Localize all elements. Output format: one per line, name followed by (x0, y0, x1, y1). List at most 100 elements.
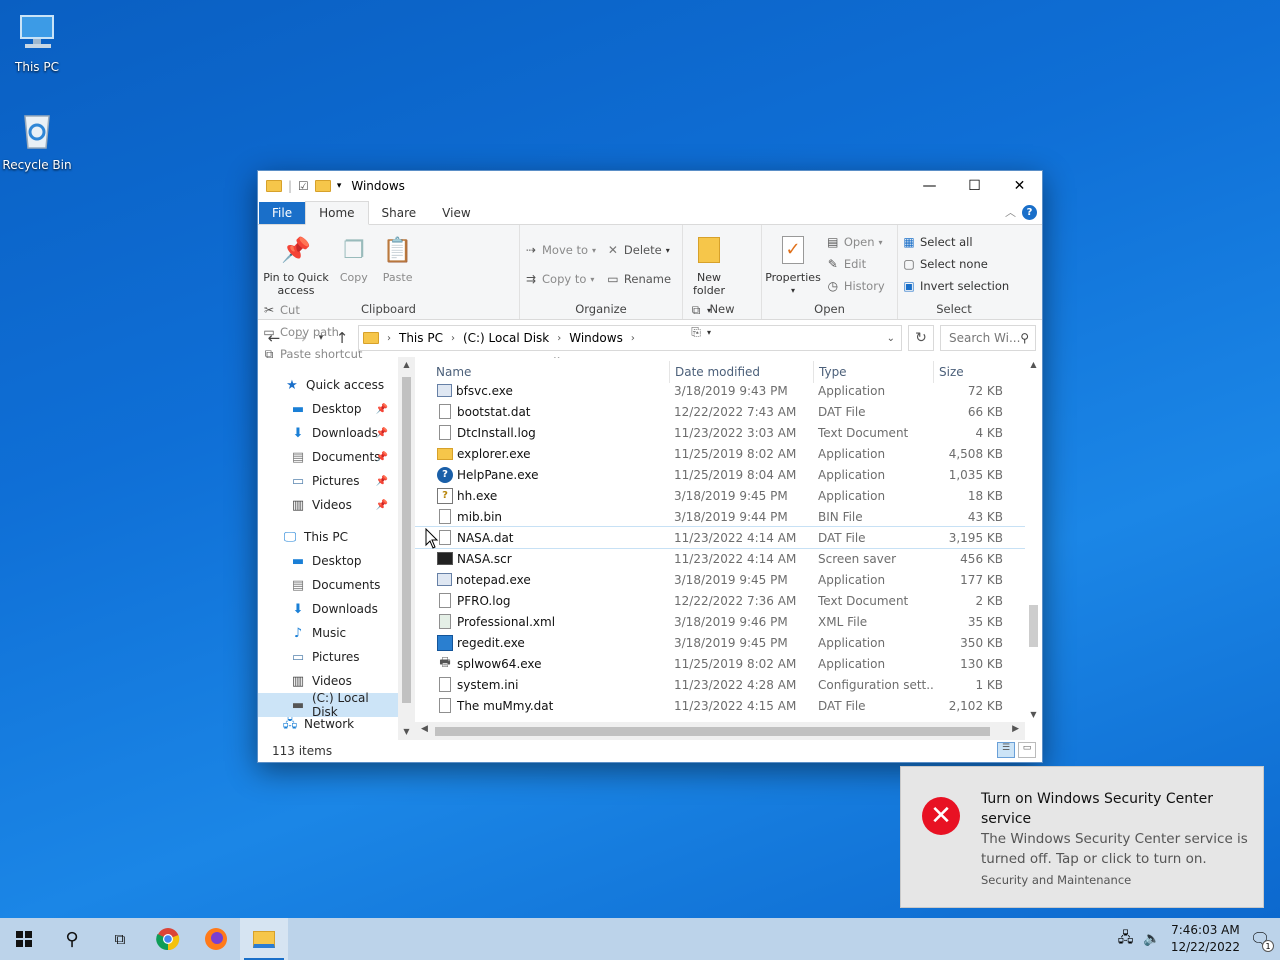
table-row[interactable]: system.ini 11/23/2022 4:28 AM Configuratio… (415, 674, 1025, 695)
nav-quick-videos[interactable]: ▥ Videos 📌 (258, 493, 398, 517)
properties-button[interactable]: ✓ Properties ▾ (765, 229, 821, 297)
tab-share[interactable]: Share (369, 202, 430, 224)
copy-path-button[interactable]: ▭ Copy path (262, 321, 362, 343)
clock[interactable]: 7:46:03 AM 12/22/2022 (1171, 922, 1240, 956)
nav-pc-desktop[interactable]: ▬ Desktop (258, 549, 398, 573)
table-row[interactable]: NASA.scr 11/23/2022 4:14 AM Screen saver 45… (415, 548, 1025, 569)
nav-quick-access[interactable]: ★ Quick access (258, 373, 398, 397)
select-all-icon: ▦ (903, 235, 915, 249)
title-bar[interactable]: | ☑ ▾ Windows — ☐ ✕ (258, 171, 1042, 201)
horizontal-scrollbar[interactable]: ◀ ▶ (415, 722, 1025, 740)
nav-pc-downloads[interactable]: ⬇ Downloads (258, 597, 398, 621)
search-input[interactable]: Search Wi... ⚲ (940, 325, 1036, 351)
table-row[interactable]: mib.bin 3/18/2019 9:44 PM BIN File 43 KB (415, 506, 1025, 527)
nav-quick-pictures[interactable]: ▭ Pictures 📌 (258, 469, 398, 493)
maximize-button[interactable]: ☐ (952, 171, 997, 201)
nav-pc-local-disk[interactable]: ▬ (C:) Local Disk (258, 691, 398, 719)
pictures-icon: ▭ (291, 649, 305, 665)
table-row[interactable]: ? HelpPane.exe 11/25/2019 8:04 AM Applicati… (415, 464, 1025, 485)
organize-group-label: Organize (575, 302, 627, 316)
move-to-button[interactable]: ⇢ Move to ▾ (524, 239, 596, 261)
start-button[interactable] (0, 918, 48, 960)
select-none-button[interactable]: ▢ Select none (902, 253, 1009, 275)
customize-qat-icon[interactable]: ▾ (337, 181, 342, 191)
delete-button[interactable]: ✕ Delete ▾ (606, 239, 671, 261)
desktop-icon: ▬ (291, 553, 305, 569)
new-folder-button[interactable]: New folder (687, 229, 731, 297)
table-row[interactable]: Professional.xml 3/18/2019 9:46 PM XML Fil… (415, 611, 1025, 632)
large-icons-view-button[interactable]: ▭ (1018, 742, 1036, 758)
scroll-right-icon[interactable]: ▶ (1012, 724, 1019, 734)
security-notification-toast[interactable]: ✕ Turn on Windows Security Center servic… (900, 766, 1264, 908)
tab-file[interactable]: File (259, 202, 306, 224)
pin-quick-access-button[interactable]: 📌 Pin to Quick access (262, 229, 330, 298)
file-list-scrollbar[interactable]: ▲ ▼ (1025, 357, 1042, 722)
tab-home[interactable]: Home (305, 201, 369, 225)
search-button[interactable]: ⚲ (48, 918, 96, 960)
nav-this-pc[interactable]: 🖵 This PC (258, 525, 398, 549)
scroll-down-icon[interactable]: ▼ (398, 727, 415, 736)
breadcrumb-this-pc[interactable]: This PC (399, 331, 443, 345)
table-row[interactable]: bfsvc.exe 3/18/2019 9:43 PM Application 72 … (415, 380, 1025, 401)
history-button[interactable]: ◷ History (826, 275, 885, 297)
copy-to-button[interactable]: ⇉ Copy to ▾ (524, 268, 596, 290)
nav-pc-documents[interactable]: ▤ Documents (258, 573, 398, 597)
table-row[interactable]: PFRO.log 12/22/2022 7:36 AM Text Document 2… (415, 590, 1025, 611)
nav-scrollbar[interactable]: ▲ ▼ (398, 357, 415, 740)
scroll-up-icon[interactable]: ▲ (398, 360, 415, 369)
desktop-icon-this-pc[interactable]: This PC (0, 10, 77, 74)
collapse-ribbon-icon[interactable]: ︿ (1005, 204, 1016, 220)
help-icon[interactable]: ? (1022, 205, 1037, 220)
address-bar[interactable]: › This PC › (C:) Local Disk › Windows › … (358, 325, 902, 351)
chrome-taskbar-button[interactable] (144, 918, 192, 960)
table-row[interactable]: notepad.exe 3/18/2019 9:45 PM Application 1… (415, 569, 1025, 590)
nav-quick-documents[interactable]: ▤ Documents 📌 (258, 445, 398, 469)
close-button[interactable]: ✕ (997, 171, 1042, 201)
nav-quick-downloads[interactable]: ⬇ Downloads 📌 (258, 421, 398, 445)
select-all-button[interactable]: ▦ Select all (902, 231, 1009, 253)
open-button[interactable]: ▤ Open ▾ (826, 231, 885, 253)
windows-logo-icon (16, 931, 32, 947)
refresh-button[interactable]: ↻ (908, 325, 934, 351)
details-view-button[interactable]: ☰ (997, 742, 1015, 758)
table-row[interactable]: bootstat.dat 12/22/2022 7:43 AM DAT File 66… (415, 401, 1025, 422)
file-explorer-taskbar-button[interactable] (240, 918, 288, 960)
new-folder-icon[interactable] (314, 180, 331, 192)
table-row[interactable]: The muMmy.dat 11/23/2022 4:15 AM DAT File 2… (415, 695, 1025, 716)
scroll-left-icon[interactable]: ◀ (421, 724, 428, 734)
breadcrumb-local-disk[interactable]: (C:) Local Disk (463, 331, 549, 345)
table-row[interactable]: explorer.exe 11/25/2019 8:02 AM Applicatio… (415, 443, 1025, 464)
scroll-thumb[interactable] (1029, 605, 1038, 647)
desktop-icon-recycle-bin[interactable]: Recycle Bin (0, 108, 77, 172)
rename-button[interactable]: ▭ Rename (606, 268, 671, 290)
scroll-thumb[interactable] (435, 727, 990, 736)
scroll-up-icon[interactable]: ▲ (1025, 360, 1042, 369)
nav-network[interactable]: 🖧 Network (258, 717, 398, 731)
table-row[interactable]: DtcInstall.log 11/23/2022 3:03 AM Text Doc… (415, 422, 1025, 443)
edit-button[interactable]: ✎ Edit (826, 253, 885, 275)
minimize-button[interactable]: — (907, 171, 952, 201)
breadcrumb-windows[interactable]: Windows (569, 331, 623, 345)
properties-icon[interactable]: ☑ (298, 179, 309, 193)
nav-quick-desktop[interactable]: ▬ Desktop 📌 (258, 397, 398, 421)
nav-pc-videos[interactable]: ▥ Videos (258, 669, 398, 693)
copy-button[interactable]: ❐ Copy (334, 229, 374, 285)
table-row[interactable]: regedit.exe 3/18/2019 9:45 PM Application 3… (415, 632, 1025, 653)
table-row[interactable]: ? hh.exe 3/18/2019 9:45 PM Application 18 KB (415, 485, 1025, 506)
tab-view[interactable]: View (429, 202, 483, 224)
text-file-icon (439, 425, 451, 440)
nav-pc-pictures[interactable]: ▭ Pictures (258, 645, 398, 669)
firefox-taskbar-button[interactable] (192, 918, 240, 960)
network-icon[interactable]: 🖧 (1118, 927, 1134, 951)
scroll-thumb[interactable] (402, 377, 411, 703)
table-row[interactable]: NASA.dat 11/23/2022 4:14 AM DAT File 3,195 … (415, 526, 1026, 549)
invert-selection-button[interactable]: ▣ Invert selection (902, 275, 1009, 297)
table-row[interactable]: 🖶 splwow64.exe 11/25/2019 8:02 AM Applicati… (415, 653, 1025, 674)
scroll-down-icon[interactable]: ▼ (1025, 710, 1042, 719)
paste-button[interactable]: 📋 Paste (378, 229, 418, 285)
address-dropdown-icon[interactable]: ⌄ (887, 333, 895, 344)
task-view-button[interactable]: ⧉ (96, 918, 144, 960)
volume-icon[interactable]: 🔈 (1143, 931, 1160, 947)
action-center-icon[interactable]: 🗨 1 (1250, 929, 1274, 952)
nav-pc-music[interactable]: ♪ Music (258, 621, 398, 645)
